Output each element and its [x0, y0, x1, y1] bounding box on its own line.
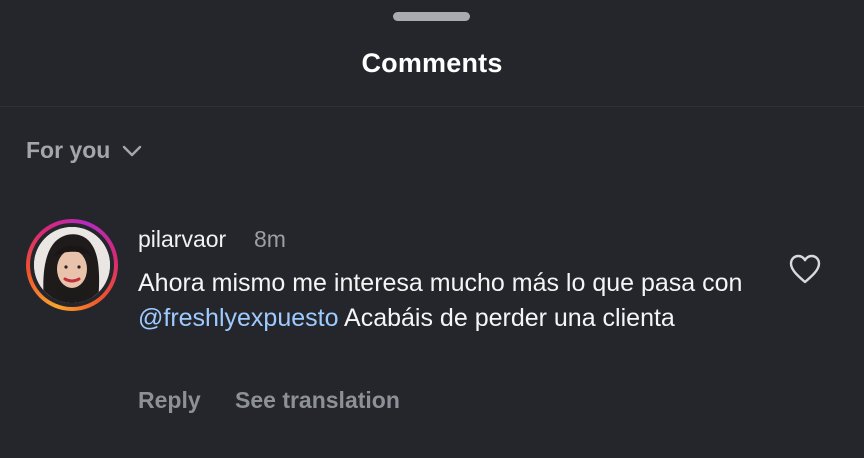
comment-text-part2: Acabáis de perder una clienta: [338, 304, 675, 332]
chevron-down-icon: [123, 145, 142, 156]
comment-mention-link[interactable]: @freshlyexpuesto: [138, 304, 338, 332]
comment-item: pilarvaor 8m Ahora mismo me interesa muc…: [0, 214, 864, 424]
comments-filter-dropdown[interactable]: For you: [26, 137, 144, 164]
filter-label: For you: [26, 137, 111, 163]
drag-handle[interactable]: [393, 12, 470, 21]
avatar[interactable]: [34, 227, 110, 303]
see-translation-button[interactable]: See translation: [235, 387, 400, 414]
comment-text-part1: Ahora mismo me interesa mucho más lo que…: [138, 269, 743, 297]
header-divider: [0, 106, 864, 107]
story-ring[interactable]: [26, 219, 118, 311]
comments-sheet: Comments For you pilarvaor 8m Ahora mism…: [0, 0, 864, 458]
avatar-image: [34, 227, 110, 303]
comment-text: Ahora mismo me interesa mucho más lo que…: [138, 266, 758, 336]
reply-button[interactable]: Reply: [138, 387, 201, 414]
heart-outline-icon[interactable]: [788, 254, 822, 284]
comment-username[interactable]: pilarvaor: [138, 226, 226, 253]
comment-timestamp: 8m: [254, 226, 286, 252]
page-title: Comments: [361, 48, 503, 78]
